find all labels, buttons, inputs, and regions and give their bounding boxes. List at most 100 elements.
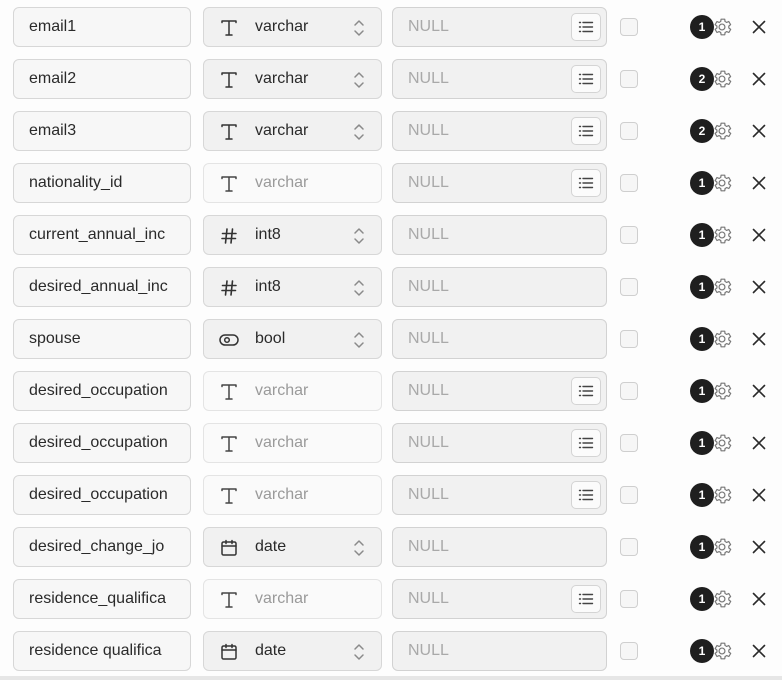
gear-icon[interactable] <box>711 224 733 246</box>
text-type-icon <box>218 433 240 455</box>
default-value-input[interactable]: NULL <box>392 267 607 307</box>
default-value-input[interactable]: NULL <box>392 579 607 619</box>
close-icon[interactable] <box>750 642 768 660</box>
gear-icon[interactable] <box>711 380 733 402</box>
primary-key-checkbox[interactable] <box>620 486 638 504</box>
column-name-input[interactable]: email3 <box>13 111 191 151</box>
column-type-select[interactable]: varchar <box>203 111 382 151</box>
primary-key-checkbox[interactable] <box>620 330 638 348</box>
column-name-input[interactable]: desired_occupation <box>13 423 191 463</box>
primary-key-checkbox[interactable] <box>620 538 638 556</box>
column-name-input[interactable]: current_annual_inc <box>13 215 191 255</box>
gear-icon[interactable] <box>711 120 733 142</box>
default-value-input[interactable]: NULL <box>392 7 607 47</box>
column-row: email3 varchar NULL 2 <box>0 111 782 153</box>
close-icon[interactable] <box>750 18 768 36</box>
gear-icon[interactable] <box>711 172 733 194</box>
primary-key-checkbox[interactable] <box>620 70 638 88</box>
primary-key-checkbox[interactable] <box>620 642 638 660</box>
list-icon[interactable] <box>571 585 601 613</box>
gear-icon[interactable] <box>711 640 733 662</box>
column-type-select[interactable]: int8 <box>203 267 382 307</box>
default-value-input[interactable]: NULL <box>392 319 607 359</box>
default-value-input[interactable]: NULL <box>392 371 607 411</box>
gear-icon[interactable] <box>711 484 733 506</box>
list-icon[interactable] <box>571 13 601 41</box>
column-row: desired_annual_inc int8 NULL 1 <box>0 267 782 309</box>
close-icon[interactable] <box>750 590 768 608</box>
close-icon[interactable] <box>750 382 768 400</box>
column-name-input[interactable]: email1 <box>13 7 191 47</box>
list-icon[interactable] <box>571 481 601 509</box>
column-row: desired_occupation varchar NULL 1 <box>0 423 782 465</box>
close-icon[interactable] <box>750 226 768 244</box>
close-icon[interactable] <box>750 538 768 556</box>
gear-icon[interactable] <box>711 16 733 38</box>
gear-icon[interactable] <box>711 536 733 558</box>
gear-icon[interactable] <box>711 432 733 454</box>
text-type-icon <box>218 69 240 91</box>
column-type-select[interactable]: varchar <box>203 423 382 463</box>
primary-key-checkbox[interactable] <box>620 590 638 608</box>
column-type-select[interactable]: varchar <box>203 371 382 411</box>
primary-key-checkbox[interactable] <box>620 382 638 400</box>
default-value-input[interactable]: NULL <box>392 423 607 463</box>
gear-icon[interactable] <box>711 588 733 610</box>
default-value-input[interactable]: NULL <box>392 111 607 151</box>
default-value-placeholder: NULL <box>408 226 449 243</box>
default-value-input[interactable]: NULL <box>392 527 607 567</box>
close-icon[interactable] <box>750 174 768 192</box>
column-type-label: varchar <box>255 122 309 139</box>
column-type-select[interactable]: varchar <box>203 579 382 619</box>
column-type-select[interactable]: varchar <box>203 163 382 203</box>
default-value-input[interactable]: NULL <box>392 163 607 203</box>
default-value-placeholder: NULL <box>408 486 449 503</box>
toggle-type-icon <box>218 329 240 351</box>
default-value-input[interactable]: NULL <box>392 631 607 671</box>
column-type-select[interactable]: varchar <box>203 7 382 47</box>
primary-key-checkbox[interactable] <box>620 278 638 296</box>
column-name-input[interactable]: desired_occupation <box>13 475 191 515</box>
settings-count-badge: 1 <box>690 15 714 39</box>
gear-icon[interactable] <box>711 276 733 298</box>
column-type-select[interactable]: date <box>203 527 382 567</box>
column-name-input[interactable]: spouse <box>13 319 191 359</box>
gear-icon[interactable] <box>711 328 733 350</box>
list-icon[interactable] <box>571 65 601 93</box>
column-name-input[interactable]: residence qualifica <box>13 631 191 671</box>
primary-key-checkbox[interactable] <box>620 226 638 244</box>
text-type-icon <box>218 173 240 195</box>
primary-key-checkbox[interactable] <box>620 18 638 36</box>
column-name-input[interactable]: nationality_id <box>13 163 191 203</box>
column-type-select[interactable]: bool <box>203 319 382 359</box>
list-icon[interactable] <box>571 377 601 405</box>
gear-icon[interactable] <box>711 68 733 90</box>
column-type-select[interactable]: int8 <box>203 215 382 255</box>
close-icon[interactable] <box>750 278 768 296</box>
close-icon[interactable] <box>750 70 768 88</box>
list-icon[interactable] <box>571 169 601 197</box>
column-row: email1 varchar NULL 1 <box>0 7 782 49</box>
column-name-input[interactable]: desired_change_jo <box>13 527 191 567</box>
column-type-select[interactable]: varchar <box>203 59 382 99</box>
list-icon[interactable] <box>571 117 601 145</box>
column-name-input[interactable]: desired_annual_inc <box>13 267 191 307</box>
primary-key-checkbox[interactable] <box>620 174 638 192</box>
column-name-input[interactable]: email2 <box>13 59 191 99</box>
column-type-select[interactable]: varchar <box>203 475 382 515</box>
list-icon[interactable] <box>571 429 601 457</box>
close-icon[interactable] <box>750 434 768 452</box>
chevron-updown-icon <box>352 330 366 350</box>
column-type-label: varchar <box>255 434 309 451</box>
default-value-input[interactable]: NULL <box>392 59 607 99</box>
close-icon[interactable] <box>750 330 768 348</box>
primary-key-checkbox[interactable] <box>620 122 638 140</box>
column-type-select[interactable]: date <box>203 631 382 671</box>
default-value-input[interactable]: NULL <box>392 475 607 515</box>
default-value-input[interactable]: NULL <box>392 215 607 255</box>
column-name-input[interactable]: desired_occupation <box>13 371 191 411</box>
primary-key-checkbox[interactable] <box>620 434 638 452</box>
close-icon[interactable] <box>750 486 768 504</box>
column-name-input[interactable]: residence_qualifica <box>13 579 191 619</box>
close-icon[interactable] <box>750 122 768 140</box>
